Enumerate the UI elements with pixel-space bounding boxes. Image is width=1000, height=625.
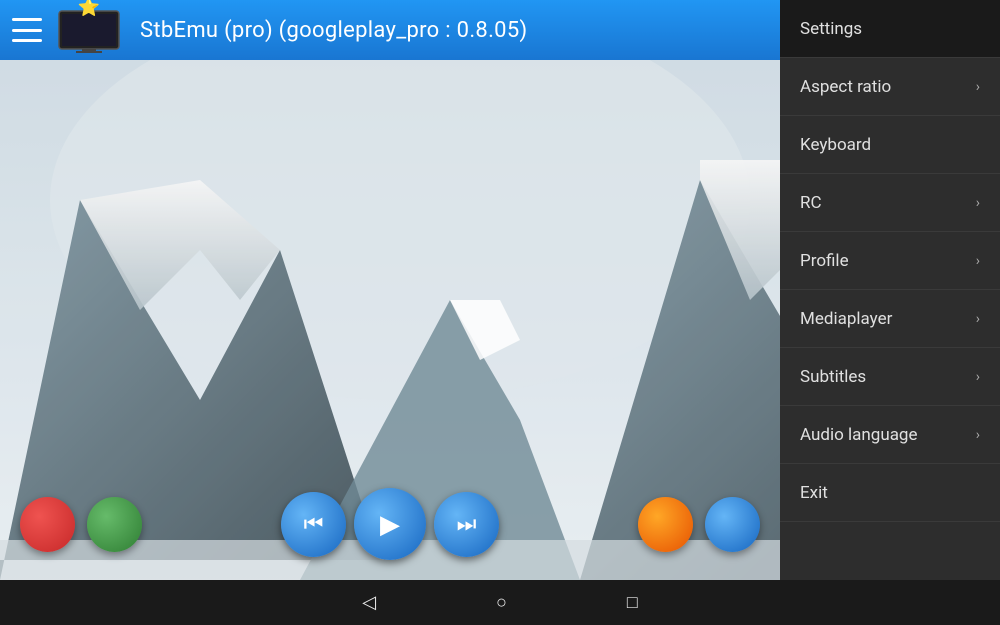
blue-button[interactable] [705, 497, 760, 552]
red-button[interactable] [20, 497, 75, 552]
app-title: StbEmu (pro) (googleplay_pro : 0.8.05) [140, 18, 527, 43]
menu-item-mediaplayer[interactable]: Mediaplayer › [780, 290, 1000, 348]
rewind-button[interactable]: ⏮ [281, 492, 346, 557]
menu-item-label-mediaplayer: Mediaplayer [800, 309, 892, 329]
menu-item-arrow-aspect-ratio: › [976, 79, 980, 95]
orange-button[interactable] [638, 497, 693, 552]
bottom-controls: ⏮ ▶ ⏭ [0, 488, 780, 560]
menu-item-label-profile: Profile [800, 251, 849, 271]
green-button[interactable] [87, 497, 142, 552]
left-color-buttons [20, 497, 142, 552]
menu-item-settings[interactable]: Settings [780, 0, 1000, 58]
menu-item-label-exit: Exit [800, 483, 828, 503]
context-menu: Settings Aspect ratio › Keyboard RC › Profile ›… [780, 0, 1000, 625]
hamburger-menu-button[interactable] [12, 18, 42, 42]
menu-item-label-settings: Settings [800, 19, 862, 39]
menu-item-arrow-profile: › [976, 253, 980, 269]
star-badge: ⭐ [78, 0, 100, 18]
menu-item-keyboard[interactable]: Keyboard [780, 116, 1000, 174]
home-nav-button[interactable]: ○ [496, 592, 507, 613]
menu-item-profile[interactable]: Profile › [780, 232, 1000, 290]
menu-item-arrow-mediaplayer: › [976, 311, 980, 327]
media-buttons: ⏮ ▶ ⏭ [281, 488, 499, 560]
android-nav-bar: ◁ ○ □ [0, 580, 1000, 625]
menu-item-arrow-audio-language: › [976, 427, 980, 443]
menu-item-label-subtitles: Subtitles [800, 367, 866, 387]
menu-item-label-aspect-ratio: Aspect ratio [800, 77, 891, 97]
menu-item-subtitles[interactable]: Subtitles › [780, 348, 1000, 406]
menu-item-label-keyboard: Keyboard [800, 135, 871, 155]
tv-icon-container: ⭐ [54, 3, 124, 57]
menu-item-aspect-ratio[interactable]: Aspect ratio › [780, 58, 1000, 116]
menu-item-arrow-subtitles: › [976, 369, 980, 385]
recent-nav-button[interactable]: □ [627, 592, 638, 613]
back-nav-button[interactable]: ◁ [362, 592, 376, 613]
play-button[interactable]: ▶ [354, 488, 426, 560]
menu-item-arrow-rc: › [976, 195, 980, 211]
menu-item-label-audio-language: Audio language [800, 425, 918, 445]
menu-item-audio-language[interactable]: Audio language › [780, 406, 1000, 464]
right-color-buttons [638, 497, 760, 552]
bottom-row: ⏮ ▶ ⏭ [0, 488, 780, 560]
menu-item-label-rc: RC [800, 193, 822, 213]
forward-button[interactable]: ⏭ [434, 492, 499, 557]
menu-item-exit[interactable]: Exit [780, 464, 1000, 522]
menu-item-rc[interactable]: RC › [780, 174, 1000, 232]
